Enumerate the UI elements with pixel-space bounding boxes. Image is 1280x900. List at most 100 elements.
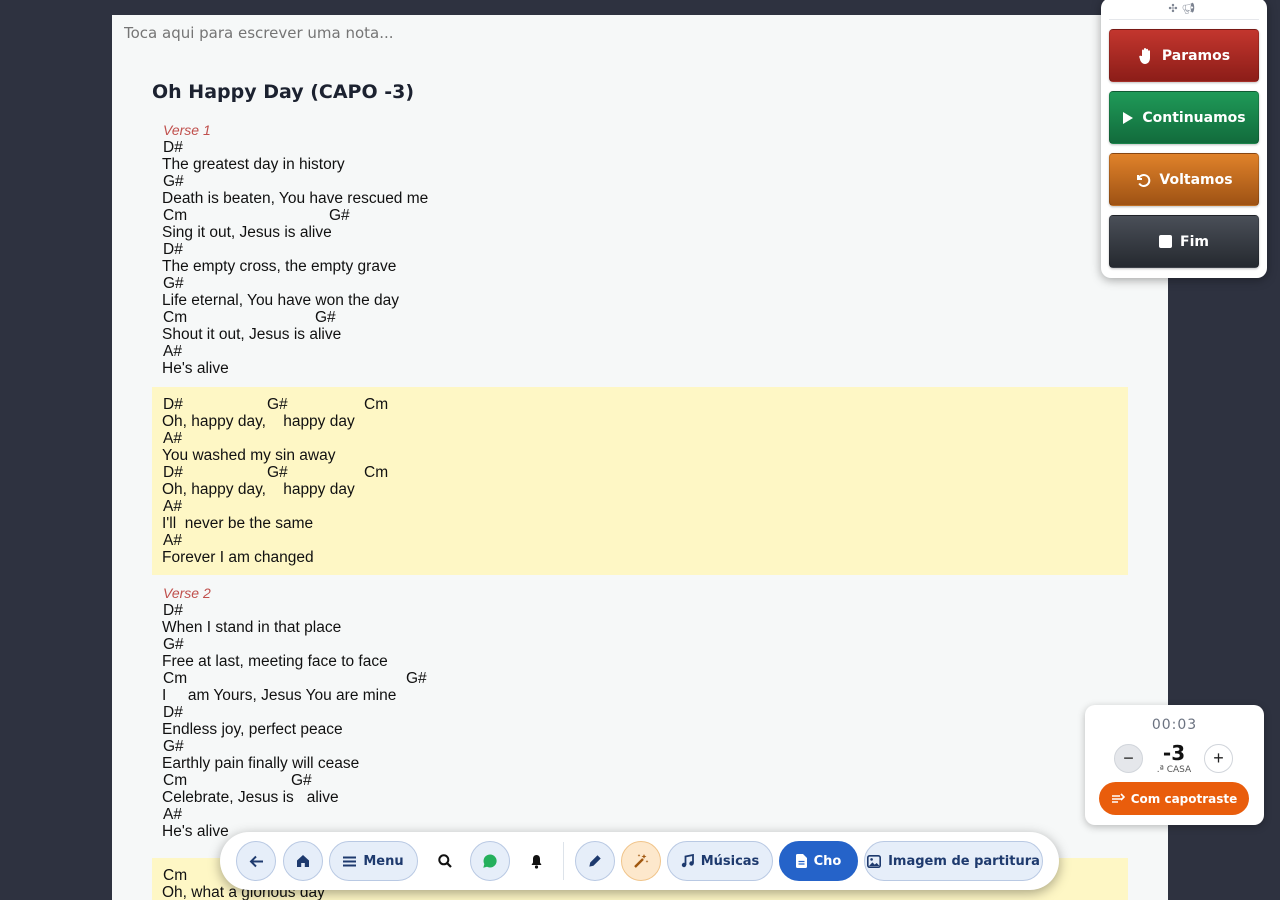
chord[interactable]: G# (291, 772, 312, 789)
hand-icon (1139, 47, 1150, 64)
chord-line: G# (162, 173, 1118, 190)
chord-line: D# (162, 704, 1118, 721)
capo-mode-button[interactable]: Com capotraste (1099, 782, 1249, 815)
chord[interactable]: A# (163, 343, 182, 360)
chord-line: D# G# Cm (162, 464, 1118, 481)
lyric-line: You washed my sin away (162, 447, 336, 464)
bottom-toolbar: Menu Músicas Cho Imagem de partitura (220, 832, 1059, 890)
chord-line: D# G# Cm (162, 396, 1118, 413)
chord[interactable]: D# (163, 464, 183, 481)
chord[interactable]: Cm (364, 396, 388, 413)
chord[interactable]: Cm (364, 464, 388, 481)
chord[interactable]: G# (329, 207, 350, 224)
lyric-line: Free at last, meeting face to face (162, 653, 388, 670)
cho-label: Cho (813, 853, 842, 869)
chord[interactable]: G# (406, 670, 427, 687)
chord[interactable]: Cm (163, 867, 187, 884)
button-label: Fim (1180, 233, 1209, 250)
chord[interactable]: Cm (163, 772, 187, 789)
sheet-image-button[interactable]: Imagem de partitura (864, 841, 1043, 881)
lyric-line: I'll never be the same (162, 515, 314, 532)
capo-unit: .ª CASA (1156, 765, 1192, 775)
chorus-section: D# G# Cm Oh, happy day, happy day A# You wash… (152, 387, 1128, 575)
stop-playing-button[interactable]: Paramos (1109, 29, 1259, 82)
lyric-line: He's alive (162, 360, 229, 377)
chord-line: A# (162, 343, 1118, 360)
section-label: Verse 1 (163, 122, 211, 138)
song-title: Oh Happy Day (CAPO -3) (152, 81, 415, 103)
songs-label: Músicas (700, 853, 760, 869)
search-icon (438, 854, 452, 868)
button-label: Paramos (1161, 47, 1231, 64)
chord[interactable]: Cm (163, 670, 187, 687)
lyric-line: Oh, happy day, happy day (162, 413, 355, 430)
chord-line: G# (162, 738, 1118, 755)
chord[interactable]: D# (163, 602, 183, 619)
lyric-line: Death is beaten, You have rescued me (162, 190, 429, 207)
chord[interactable]: A# (163, 498, 182, 515)
chord[interactable]: D# (163, 139, 183, 156)
chord[interactable]: A# (163, 806, 182, 823)
button-label: Continuamos (1142, 109, 1246, 126)
chord[interactable]: D# (163, 396, 183, 413)
lyric-line: I am Yours, Jesus You are mine (162, 687, 397, 704)
back-button[interactable] (236, 841, 276, 881)
restart-button[interactable]: Voltamos (1109, 153, 1259, 206)
lyric-line: Life eternal, You have won the day (162, 292, 399, 309)
chord-line: A# (162, 430, 1118, 447)
chord[interactable]: Cm (163, 207, 187, 224)
capo-decrease-button[interactable]: − (1114, 744, 1143, 773)
toolbar-separator (563, 842, 564, 880)
capo-increase-button[interactable]: + (1204, 744, 1233, 773)
note-input[interactable] (124, 24, 1024, 42)
panel-handle[interactable]: ✣📢︎ (1101, 2, 1267, 16)
lyric-line: Celebrate, Jesus is alive (162, 789, 339, 806)
stop-icon (1159, 235, 1173, 248)
chord-line: Cm G# (162, 670, 1118, 687)
chord-line: A# (162, 498, 1118, 515)
capo-icon (1111, 792, 1125, 803)
capo-mode-label: Com capotraste (1130, 791, 1238, 806)
song-sheet: Oh Happy Day (CAPO -3) Verse 1D#The grea… (112, 15, 1168, 900)
chord-line: Cm G# (162, 772, 1118, 789)
chord[interactable]: Cm (163, 309, 187, 326)
search-button[interactable] (427, 841, 463, 881)
lyric-line: The greatest day in history (162, 156, 345, 173)
performance-control-panel: ✣📢︎ Paramos Continuamos Voltamos Fim (1101, 0, 1267, 278)
chord-line: D# (162, 241, 1118, 258)
magic-button[interactable] (621, 841, 661, 881)
chord-line: Cm G# (162, 207, 1118, 224)
menu-button[interactable]: Menu (329, 841, 418, 881)
continue-button[interactable]: Continuamos (1109, 91, 1259, 144)
notifications-button[interactable] (518, 841, 554, 881)
chord-line: A# (162, 532, 1118, 549)
chat-button[interactable] (470, 841, 510, 881)
chord[interactable]: G# (315, 309, 336, 326)
timer: 00:03 (1151, 717, 1198, 733)
image-icon (867, 854, 882, 868)
chord[interactable]: A# (163, 430, 182, 447)
move-icon[interactable]: ✣ (1168, 3, 1181, 15)
lyric-line: Earthly pain finally will cease (162, 755, 360, 772)
chord-line: D# (162, 602, 1118, 619)
chord[interactable]: A# (163, 532, 182, 549)
chord[interactable]: D# (163, 704, 183, 721)
music-note-icon (681, 854, 694, 868)
edit-button[interactable] (575, 841, 615, 881)
chord[interactable]: D# (163, 241, 183, 258)
home-button[interactable] (283, 841, 323, 881)
chord[interactable]: G# (267, 464, 288, 481)
verse-section: Verse 2 D# When I stand in that place G# Fre… (152, 585, 1128, 840)
chat-bubble-icon (483, 854, 497, 868)
chord-line: A# (162, 806, 1118, 823)
chord[interactable]: G# (163, 275, 184, 292)
chord[interactable]: G# (163, 738, 184, 755)
cho-button[interactable]: Cho (779, 841, 858, 881)
songs-button[interactable]: Músicas (667, 841, 773, 881)
lyric-line: Shout it out, Jesus is alive (162, 326, 342, 343)
end-button[interactable]: Fim (1109, 215, 1259, 268)
chord[interactable]: G# (163, 636, 184, 653)
megaphone-icon[interactable]: 📢︎ (1182, 3, 1200, 15)
chord[interactable]: G# (267, 396, 288, 413)
chord[interactable]: G# (163, 173, 184, 190)
